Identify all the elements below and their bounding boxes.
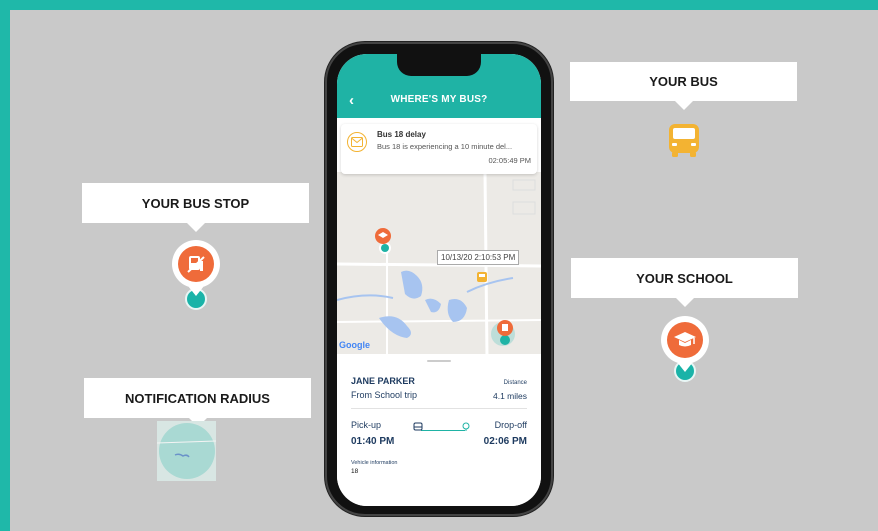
pickup-label: Pick-up: [351, 420, 382, 430]
route-pin-icon: [461, 419, 471, 437]
route-bus-icon: [413, 419, 423, 437]
callout-your-bus-stop: YOUR BUS STOP: [82, 183, 309, 232]
callout-your-bus: YOUR BUS: [570, 62, 797, 110]
callout-your-bus-stop-label: YOUR BUS STOP: [141, 195, 250, 211]
notification-body: Bus 18 is experiencing a 10 minute del..…: [377, 142, 513, 151]
phone-notch: [397, 54, 481, 76]
callout-your-school-label: YOUR SCHOOL: [636, 270, 733, 286]
trip-sheet: JANE PARKER From School trip Distance 4.…: [337, 354, 541, 506]
map-view[interactable]: 10/13/20 2:10:53 PM Google: [337, 172, 541, 358]
map-background: [337, 172, 541, 358]
bus-stop-pin-head: [172, 240, 220, 296]
sheet-handle[interactable]: [427, 360, 451, 362]
route-line: [421, 430, 465, 431]
distance-value: 4.1 miles: [492, 391, 527, 401]
radius-map-lines: [157, 440, 216, 458]
bus-stop-pin: [172, 240, 220, 312]
distance-label: Distance: [503, 380, 527, 386]
vehicle-info-label: Vehicle information: [351, 460, 398, 466]
notification-radius-map: [157, 421, 216, 481]
callout-your-bus-label: YOUR BUS: [649, 74, 718, 89]
bus-stop-icon: [178, 246, 214, 282]
phone-mockup: ‹ WHERE'S MY BUS? Bus 18 delay Bus 18 is…: [325, 42, 553, 516]
envelope-icon: [347, 132, 367, 152]
dropoff-time: 02:06 PM: [483, 436, 527, 447]
student-name: JANE PARKER: [351, 376, 415, 386]
google-logo: Google: [339, 340, 370, 350]
page-title: WHERE'S MY BUS?: [390, 94, 488, 105]
sheet-divider: [351, 408, 527, 409]
notification-card[interactable]: Bus 18 delay Bus 18 is experiencing a 10…: [341, 124, 537, 174]
notification-time: 02:05:49 PM: [488, 156, 531, 165]
callout-notification-radius: NOTIFICATION RADIUS: [84, 378, 311, 427]
school-bus-icon: [666, 122, 702, 163]
school-pin: [661, 316, 709, 384]
school-pin-head: [661, 316, 709, 372]
pickup-time: 01:40 PM: [351, 436, 395, 447]
callout-notification-radius-label: NOTIFICATION RADIUS: [125, 390, 270, 406]
notification-title: Bus 18 delay: [377, 130, 426, 139]
vehicle-info-value: 18: [351, 468, 359, 475]
phone-screen: ‹ WHERE'S MY BUS? Bus 18 delay Bus 18 is…: [337, 54, 541, 506]
trip-name: From School trip: [351, 390, 418, 400]
bus-timestamp: 10/13/20 2:10:53 PM: [437, 250, 520, 265]
graduation-cap-icon: [667, 322, 703, 358]
callout-your-school: YOUR SCHOOL: [571, 258, 798, 307]
dropoff-label: Drop-off: [494, 420, 527, 430]
